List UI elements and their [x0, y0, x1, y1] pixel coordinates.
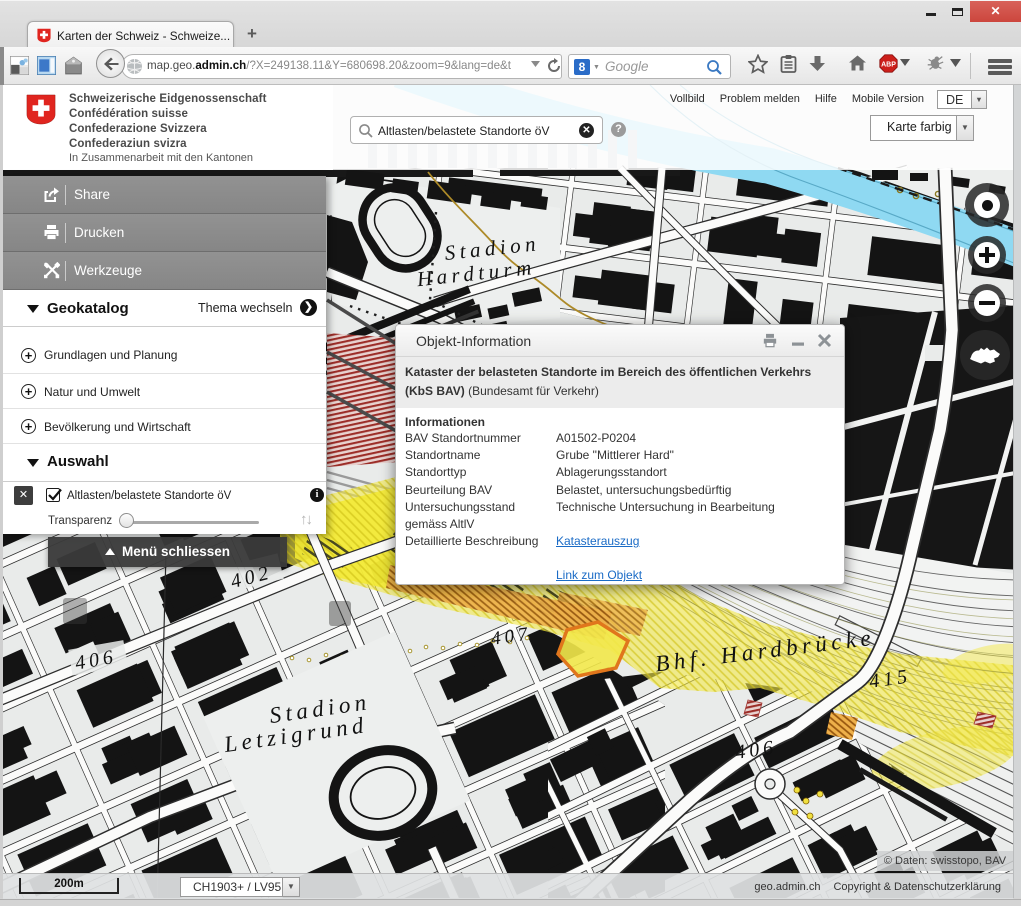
- svg-text:ABP: ABP: [881, 61, 896, 68]
